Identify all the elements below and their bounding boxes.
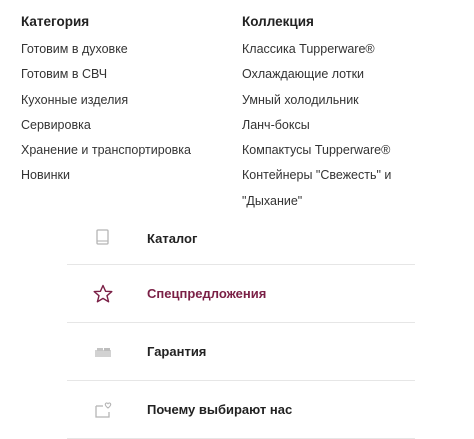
heart-box-icon <box>95 401 112 418</box>
menu-item-label: Гарантия <box>147 344 207 359</box>
collection-link-lunch-boxes[interactable]: Ланч-боксы <box>242 113 402 138</box>
collection-link-cooling-trays[interactable]: Охлаждающие лотки <box>242 62 402 87</box>
menu-item-why-us[interactable]: Почему выбирают нас <box>67 381 415 439</box>
category-link-storage[interactable]: Хранение и транспортировка <box>21 138 231 163</box>
collection-link-compactus[interactable]: Компактусы Tupperware® <box>242 138 402 163</box>
bottom-menu: Каталог Спецпредложения Гарантия Почему … <box>67 212 415 439</box>
category-link-oven[interactable]: Готовим в духовке <box>21 37 231 62</box>
collection-heading: Коллекция <box>242 14 314 29</box>
category-link-microwave[interactable]: Готовим в СВЧ <box>21 62 231 87</box>
collection-column: Коллекция Классика Tupperware® Охлаждающ… <box>242 13 402 214</box>
collection-list: Классика Tupperware® Охлаждающие лотки У… <box>242 37 402 214</box>
category-link-serving[interactable]: Сервировка <box>21 113 231 138</box>
menu-item-label: Почему выбирают нас <box>147 402 293 417</box>
category-link-new[interactable]: Новинки <box>21 163 231 188</box>
collection-link-freshness-containers[interactable]: Контейнеры "Свежесть" и "Дыхание" <box>242 163 402 214</box>
collection-link-classic[interactable]: Классика Tupperware® <box>242 37 402 62</box>
menu-item-label: Каталог <box>147 230 198 246</box>
menu-item-label: Спецпредложения <box>147 286 267 301</box>
category-list: Готовим в духовке Готовим в СВЧ Кухонные… <box>21 37 231 189</box>
book-icon <box>96 229 109 245</box>
category-link-kitchenware[interactable]: Кухонные изделия <box>21 88 231 113</box>
guarantee-icon <box>95 347 111 357</box>
category-heading: Категория <box>21 14 90 29</box>
star-icon <box>93 284 113 302</box>
category-column: Категория Готовим в духовке Готовим в СВ… <box>21 13 231 189</box>
menu-item-catalog[interactable]: Каталог <box>67 212 415 265</box>
menu-item-special-offers[interactable]: Спецпредложения <box>67 265 415 323</box>
menu-item-guarantee[interactable]: Гарантия <box>67 323 415 381</box>
collection-link-smart-fridge[interactable]: Умный холодильник <box>242 88 402 113</box>
